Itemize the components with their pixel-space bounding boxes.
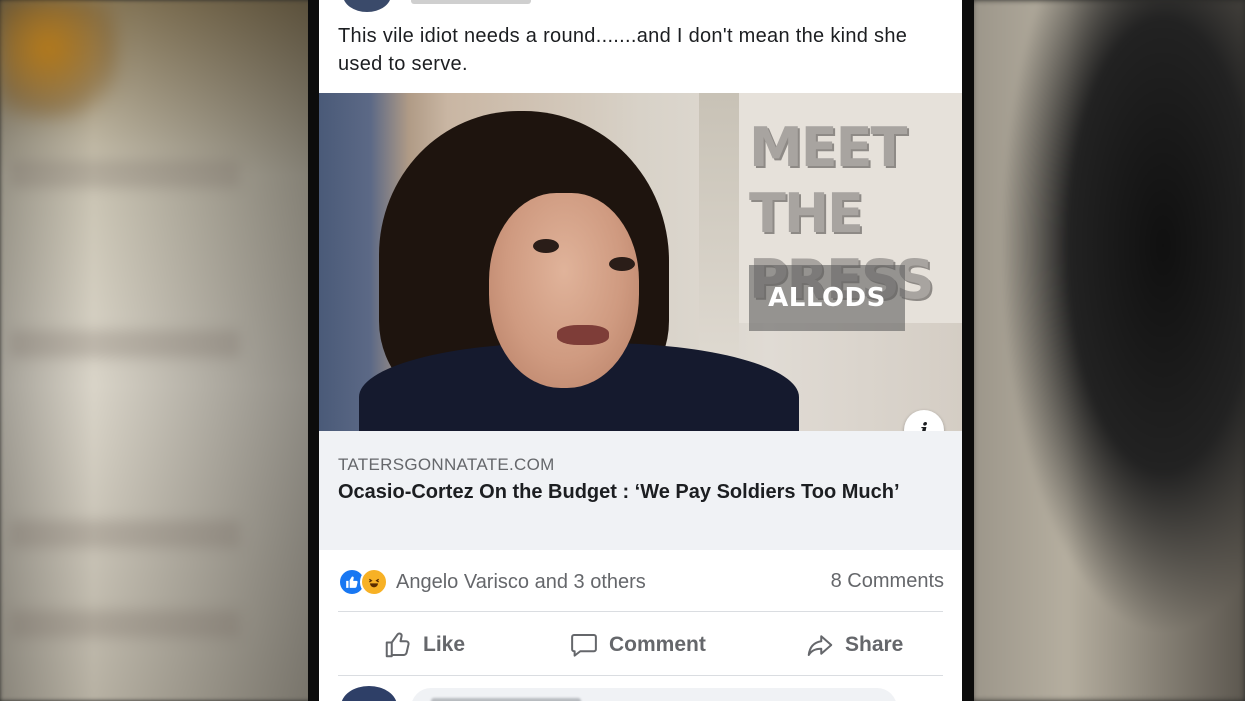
reactions-text: Angelo Varisco and 3 others <box>396 570 646 593</box>
facebook-post: This vile idiot needs a round.......and … <box>319 0 962 701</box>
share-arrow-icon <box>807 635 833 656</box>
thumbs-up-icon <box>385 632 410 658</box>
post-actions: Like Comment Share <box>319 620 962 670</box>
like-label: Like <box>423 633 466 656</box>
haha-icon <box>360 568 388 596</box>
post-text: This vile idiot needs a round.......and … <box>338 25 908 75</box>
blurred-background-left <box>0 0 312 701</box>
link-preview-card[interactable]: TATERSGONNATATE.COM Ocasio-Cortez On the… <box>319 431 962 550</box>
blurred-background-right <box>972 0 1245 701</box>
share-button[interactable]: Share <box>805 620 903 670</box>
comments-count[interactable]: 8 Comments <box>831 570 944 593</box>
link-title: Ocasio-Cortez On the Budget : ‘We Pay So… <box>338 481 900 503</box>
comment-icon <box>571 634 597 657</box>
poster-name-blurred[interactable] <box>411 0 531 4</box>
divider <box>338 675 943 676</box>
phone-bezel-right <box>962 0 974 701</box>
comment-bubble[interactable] <box>411 688 897 701</box>
poster-avatar[interactable] <box>343 0 391 12</box>
share-label: Share <box>845 633 904 656</box>
comment-label: Comment <box>609 633 706 656</box>
link-preview-image[interactable]: MEET THE PRESS ALLODS <box>319 93 962 431</box>
reactions-summary[interactable]: Angelo Varisco and 3 others <box>338 566 646 598</box>
link-domain: TATERSGONNATATE.COM <box>338 455 555 474</box>
watermark-logo: ALLODS <box>749 265 905 331</box>
comment-button[interactable]: Comment <box>569 620 706 670</box>
commenter-avatar[interactable] <box>341 686 397 701</box>
like-button[interactable]: Like <box>383 620 465 670</box>
divider <box>338 611 943 612</box>
